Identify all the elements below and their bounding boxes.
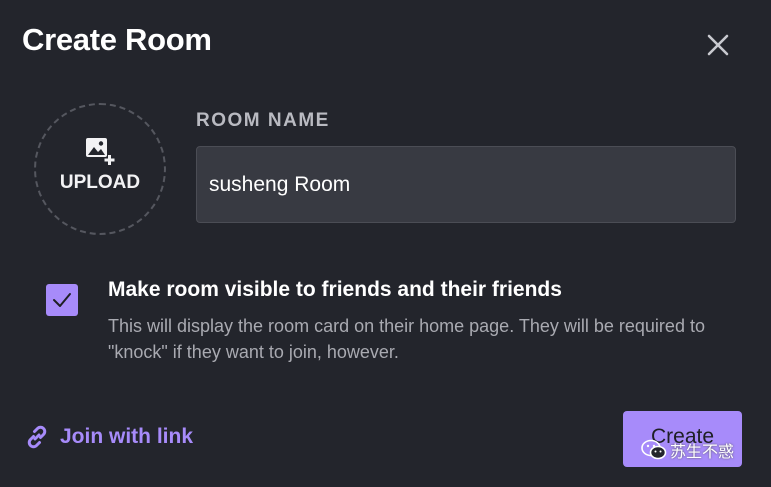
link-icon (27, 425, 47, 449)
join-with-link[interactable]: Join with link (24, 424, 193, 450)
upload-label: UPLOAD (59, 172, 141, 193)
visibility-checkbox[interactable] (46, 284, 78, 316)
room-name-label: ROOM NAME (196, 110, 330, 131)
visibility-description: This will display the room card on their… (108, 316, 705, 362)
dialog-title: Create Room (22, 22, 212, 57)
close-button[interactable] (703, 30, 733, 60)
join-link-label: Join with link (60, 425, 194, 448)
add-image-icon (86, 138, 115, 165)
close-icon (707, 34, 729, 56)
upload-avatar-button[interactable]: UPLOAD (34, 103, 166, 235)
create-room-dialog: Create Room UPLOAD ROOM NAME Make room v… (0, 0, 771, 487)
room-name-input[interactable] (196, 146, 736, 223)
create-button[interactable]: Create (623, 411, 742, 467)
checkmark-icon (53, 293, 71, 307)
visibility-title: Make room visible to friends and their f… (108, 278, 562, 301)
